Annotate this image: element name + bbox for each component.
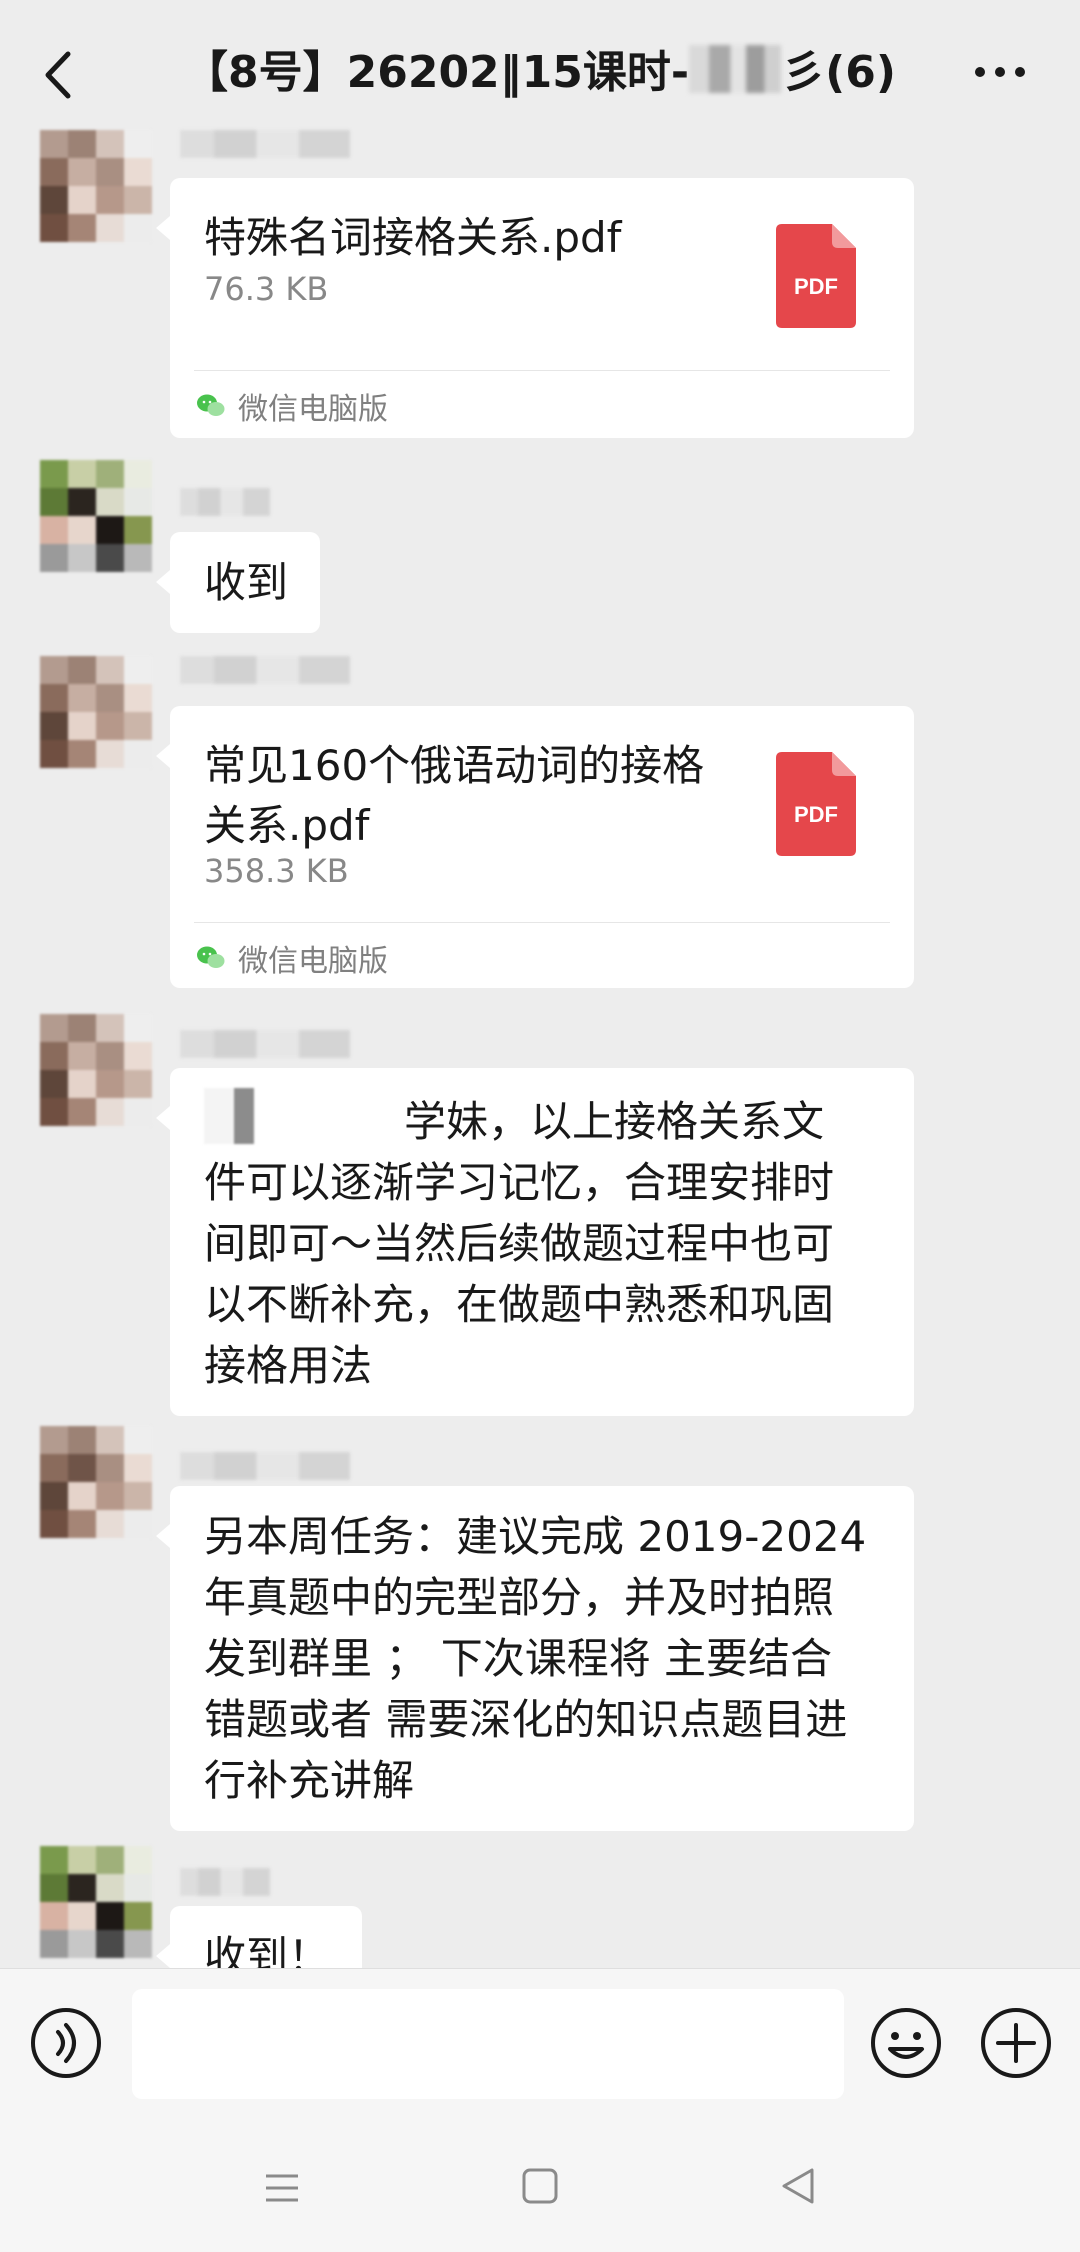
message-line: 错题或者 需要深化的知识点题目进 — [204, 1695, 848, 1744]
text-message-bubble[interactable]: 收到！ — [155, 1906, 363, 1968]
nav-menu-button[interactable] — [262, 2168, 302, 2208]
nav-back-button[interactable] — [778, 2166, 818, 2206]
message-line: 件可以逐渐学习记忆，合理安排时 — [204, 1158, 835, 1207]
wechat-icon — [197, 946, 225, 968]
message-text: 收到！ — [204, 1932, 331, 1968]
pdf-file-icon: PDF — [776, 752, 856, 856]
file-source: 微信电脑版 — [196, 936, 388, 980]
message-text: 收到 — [204, 558, 289, 607]
chat-title-suffix: 彡(6) — [781, 47, 897, 98]
message-line: 发到群里 ； 下次课程将 主要结合 — [204, 1634, 833, 1683]
pdf-file-icon: PDF — [776, 224, 856, 328]
more-dots-icon — [975, 67, 1025, 77]
sender-nickname — [180, 656, 350, 684]
file-message-bubble[interactable]: 特殊名词接格关系.pdf 76.3 KB PDF 微信电脑版 — [156, 178, 914, 438]
emoji-icon — [871, 2008, 941, 2078]
redacted-name — [204, 1088, 404, 1144]
more-functions-button[interactable] — [978, 2005, 1054, 2081]
sender-nickname — [180, 130, 350, 158]
file-name: 常见160个俄语动词的接格关系.pdf — [204, 741, 705, 850]
divider — [194, 370, 890, 371]
message-line: 学妹，以上接格关系文 — [204, 1088, 882, 1152]
title-redaction — [689, 45, 782, 93]
text-message-bubble[interactable]: 收到 — [155, 532, 321, 633]
message-line: 间即可～当然后续做题过程中也可 — [204, 1219, 835, 1268]
file-message-bubble[interactable]: 常见160个俄语动词的接格关系.pdf 358.3 KB PDF 微信电脑版 — [156, 706, 914, 988]
chat-title-prefix: 【8号】26202‖15课时- — [183, 47, 690, 98]
more-button[interactable] — [970, 52, 1030, 92]
file-source-label: 微信电脑版 — [238, 392, 388, 427]
input-bar — [0, 1968, 1080, 2118]
avatar[interactable] — [40, 1014, 152, 1126]
menu-icon — [266, 2174, 298, 2202]
nav-home-button[interactable] — [520, 2166, 560, 2206]
message-line: 以不断补充，在做题中熟悉和巩固 — [204, 1280, 835, 1329]
message-line: 年真题中的完型部分，并及时拍照 — [204, 1573, 835, 1622]
voice-button[interactable] — [28, 2005, 104, 2081]
divider — [194, 922, 890, 923]
chat-title: 【8号】26202‖15课时- 彡(6) — [0, 38, 1080, 108]
message-list[interactable]: 特殊名词接格关系.pdf 76.3 KB PDF 微信电脑版 收到 常见160个… — [0, 120, 1080, 1968]
message-input[interactable] — [132, 1989, 844, 2099]
emoji-button[interactable] — [868, 2005, 944, 2081]
pdf-label: PDF — [794, 274, 838, 299]
sender-nickname — [180, 1030, 350, 1058]
avatar[interactable] — [40, 1846, 152, 1958]
file-size: 358.3 KB — [204, 852, 349, 890]
chat-header: 【8号】26202‖15课时- 彡(6) — [0, 0, 1080, 140]
file-name: 特殊名词接格关系.pdf — [204, 213, 622, 262]
file-source: 微信电脑版 — [196, 384, 388, 428]
file-size: 76.3 KB — [204, 270, 329, 308]
system-nav-bar — [0, 2118, 1080, 2252]
voice-icon — [31, 2008, 101, 2078]
plus-icon — [981, 2008, 1051, 2078]
message-line: 接格用法 — [204, 1341, 373, 1390]
avatar[interactable] — [40, 1426, 152, 1538]
home-square-icon — [522, 2168, 558, 2204]
sender-nickname — [180, 488, 270, 516]
avatar[interactable] — [40, 130, 152, 242]
sender-nickname — [180, 1868, 270, 1896]
pdf-label: PDF — [794, 802, 838, 827]
text-message-bubble[interactable]: 另本周任务：建议完成 2019-2024 年真题中的完型部分，并及时拍照 发到群… — [156, 1486, 914, 1831]
text-message-bubble[interactable]: 学妹，以上接格关系文 件可以逐渐学习记忆，合理安排时 间即可～当然后续做题过程中… — [156, 1068, 914, 1416]
sender-nickname — [180, 1452, 350, 1480]
message-line: 行补充讲解 — [204, 1756, 415, 1805]
message-line: 另本周任务：建议完成 2019-2024 — [204, 1512, 867, 1561]
avatar[interactable] — [40, 460, 152, 572]
avatar[interactable] — [40, 656, 152, 768]
wechat-icon — [197, 394, 225, 416]
file-source-label: 微信电脑版 — [238, 944, 388, 979]
back-triangle-icon — [782, 2168, 814, 2204]
